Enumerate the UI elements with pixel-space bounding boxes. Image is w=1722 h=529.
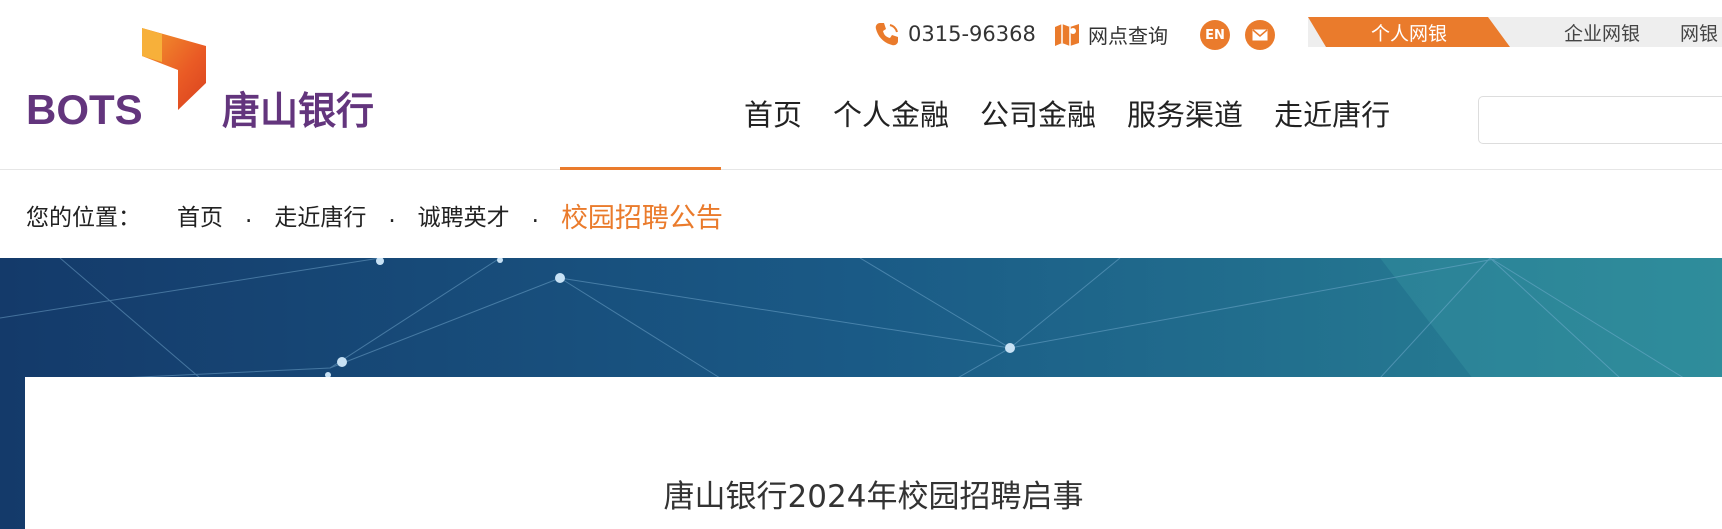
hotline-number: 0315-96368 [908, 22, 1036, 46]
site-header: BOTS 唐山银行 0315-96368 网点查询 EN 个人网银 企业网银 网… [0, 0, 1722, 170]
outlet-search-label: 网点查询 [1088, 23, 1168, 48]
english-button[interactable]: EN [1200, 20, 1230, 50]
breadcrumb-label: 您的位置： [26, 205, 141, 231]
tab-more-label: 网银 [1680, 22, 1719, 45]
mail-button[interactable] [1245, 20, 1275, 50]
tab-personal-ebank[interactable]: 个人网银 [1308, 17, 1510, 47]
main-nav: 首页 个人金融 公司金融 服务渠道 走近唐行 [744, 92, 1421, 134]
breadcrumb-current: 校园招聘公告 [560, 202, 723, 234]
content-card: 唐山银行2024年校园招聘启事 [25, 377, 1722, 529]
nav-service-channels[interactable]: 服务渠道 [1127, 92, 1243, 134]
tab-corporate-label: 企业网银 [1563, 22, 1640, 45]
nav-corporate-finance[interactable]: 公司金融 [980, 92, 1096, 134]
breadcrumb-separator: . [531, 202, 539, 228]
breadcrumb-separator: . [388, 202, 396, 228]
ebank-tabs: 个人网银 企业网银 网银 [1308, 17, 1722, 47]
nav-personal-finance[interactable]: 个人金融 [833, 92, 949, 134]
logo-bank-name: 唐山银行 [222, 89, 374, 133]
map-icon [1052, 19, 1082, 49]
english-label: EN [1205, 27, 1225, 43]
phone-icon [872, 19, 902, 49]
tab-personal-label: 个人网银 [1370, 22, 1447, 45]
bank-logo[interactable]: BOTS 唐山银行 [26, 28, 446, 138]
breadcrumb: 您的位置： 首页 . 走近唐行 . 诚聘英才 . 校园招聘公告 [26, 198, 723, 234]
header-divider [0, 169, 1722, 170]
search-input[interactable] [1478, 96, 1722, 144]
breadcrumb-active-indicator [560, 167, 721, 170]
breadcrumb-about[interactable]: 走近唐行 [274, 198, 366, 232]
tab-corporate-ebank[interactable]: 企业网银 [1532, 17, 1672, 47]
nav-home[interactable]: 首页 [744, 92, 802, 134]
nav-about-bank[interactable]: 走近唐行 [1274, 92, 1390, 134]
tab-more-ebank[interactable]: 网银 [1680, 17, 1722, 47]
outlet-search-link[interactable]: 网点查询 [1052, 14, 1168, 54]
mail-icon [1252, 29, 1268, 41]
hotline: 0315-96368 [872, 14, 1036, 54]
article-title: 唐山银行2024年校园招聘启事 [663, 479, 1084, 515]
breadcrumb-separator: . [245, 202, 253, 228]
breadcrumb-careers[interactable]: 诚聘英才 [418, 198, 510, 232]
breadcrumb-home[interactable]: 首页 [177, 198, 223, 232]
logo-wordmark: BOTS [26, 86, 143, 133]
